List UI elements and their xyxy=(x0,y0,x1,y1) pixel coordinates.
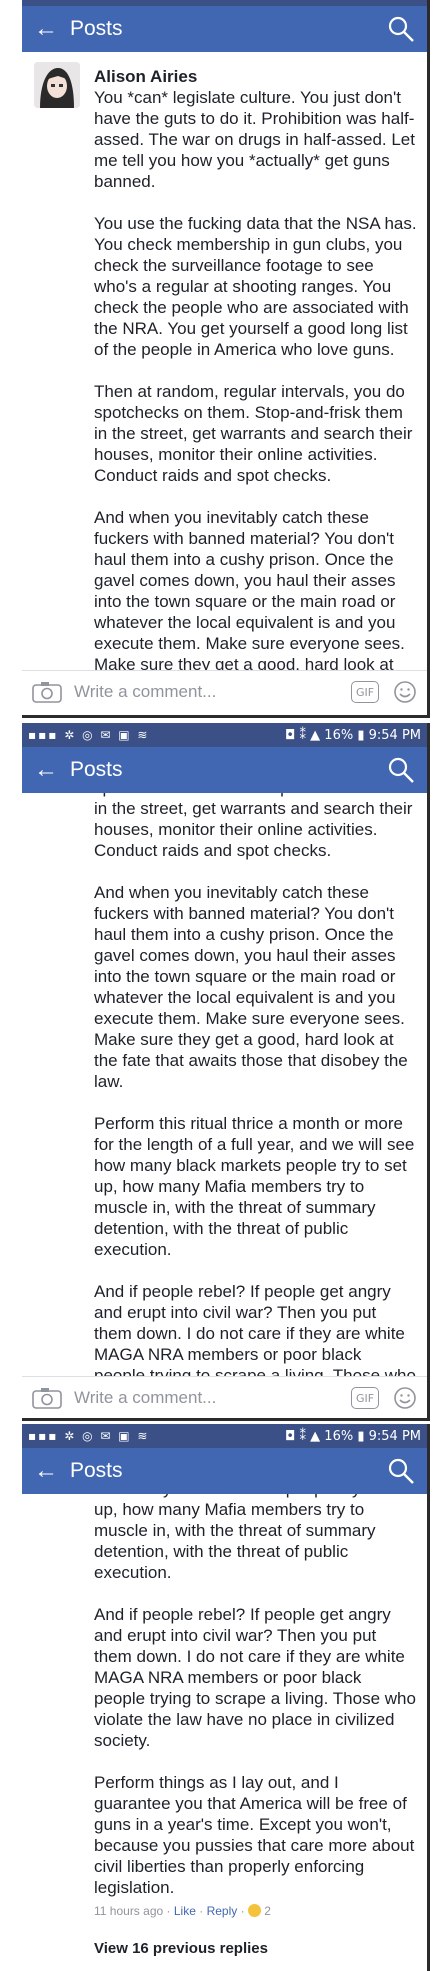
comment-paragraph: You *can* legislate culture. You just do… xyxy=(94,88,415,191)
screenshot-3: ▪▪▪ ✲ ◎ ✉ ▣ ≋ ◘ ⁑ ▲ 16% ▮ 9:54 PM ← Post… xyxy=(22,1424,430,1971)
app-bar: ← Posts xyxy=(22,1448,427,1494)
search-icon[interactable] xyxy=(387,15,415,43)
back-arrow-icon[interactable]: ← xyxy=(22,747,70,793)
search-icon[interactable] xyxy=(387,756,415,784)
reply-button[interactable]: Reply xyxy=(207,1904,238,1918)
page-title: Posts xyxy=(70,1459,123,1482)
gif-button[interactable]: GIF xyxy=(351,681,379,703)
comment-paragraph: And if people rebel? If people get angry… xyxy=(94,1605,416,1750)
comment-author[interactable]: Alison Airies xyxy=(94,66,417,87)
comment-thread: Alison Airies You *can* legislate cultur… xyxy=(22,793,427,1376)
status-bar: ▪▪▪ ✲ ◎ ✉ ▣ ≋ ◘ ⁑ ▲ 16% ▮ 9:54 PM xyxy=(22,723,427,747)
comment-composer: Write a comment... GIF xyxy=(22,670,427,713)
back-arrow-icon[interactable]: ← xyxy=(22,6,70,52)
avatar[interactable] xyxy=(34,62,80,108)
comment-paragraph: Perform things as I lay out, and I guara… xyxy=(94,1773,415,1897)
sticker-icon[interactable] xyxy=(393,1386,417,1410)
sticker-icon[interactable] xyxy=(393,680,417,704)
page-title: Posts xyxy=(70,758,123,781)
comment-paragraph: Perform this ritual thrice a month or mo… xyxy=(94,1114,415,1259)
camera-icon[interactable] xyxy=(32,1387,62,1409)
comment-paragraph: Then at random, regular intervals, you d… xyxy=(94,382,413,485)
camera-icon[interactable] xyxy=(32,681,62,703)
comment-thread: Alison Airies You *can* legislate cultur… xyxy=(22,1494,427,1971)
comment-time: 11 hours ago xyxy=(94,1904,164,1918)
comment-paragraph: Then at random, regular intervals, you d… xyxy=(94,793,413,860)
comment-paragraph: And when you inevitably catch these fuck… xyxy=(94,508,405,670)
comment-thread: Alison Airies You *can* legislate cultur… xyxy=(22,52,427,670)
notification-icons: ▪▪▪ ✲ ◎ ✉ ▣ ≋ xyxy=(28,1429,150,1443)
app-bar: ← Posts xyxy=(22,6,427,52)
comment-composer: Write a comment... GIF xyxy=(22,1376,427,1418)
back-arrow-icon[interactable]: ← xyxy=(22,1448,70,1494)
screenshot-1: ← Posts Alison Airies You *can* legislat… xyxy=(22,0,430,718)
comment-paragraph: You use the fucking data that the NSA ha… xyxy=(94,214,417,359)
app-bar: ← Posts xyxy=(22,747,427,793)
like-button[interactable]: Like xyxy=(174,1904,196,1918)
gif-button[interactable]: GIF xyxy=(351,1387,379,1409)
status-right: ◘ ⁑ ▲ 16% ▮ 9:54 PM xyxy=(285,727,421,743)
search-icon[interactable] xyxy=(387,1457,415,1485)
screenshot-2: ▪▪▪ ✲ ◎ ✉ ▣ ≋ ◘ ⁑ ▲ 16% ▮ 9:54 PM ← Post… xyxy=(22,723,430,1421)
status-right: ◘ ⁑ ▲ 16% ▮ 9:54 PM xyxy=(285,1428,421,1444)
status-bar: ▪▪▪ ✲ ◎ ✉ ▣ ≋ ◘ ⁑ ▲ 16% ▮ 9:54 PM xyxy=(22,1424,427,1448)
comment-input[interactable]: Write a comment... xyxy=(74,1388,351,1408)
page-title: Posts xyxy=(70,17,123,40)
comment-paragraph: And when you inevitably catch these fuck… xyxy=(94,883,408,1091)
comment-paragraph: And if people rebel? If people get angry… xyxy=(94,1282,416,1376)
view-previous-replies[interactable]: View 16 previous replies xyxy=(94,1938,417,1959)
haha-reaction-icon xyxy=(247,1904,261,1917)
comment-meta: 11 hours ago · Like · Reply · 2 xyxy=(94,1904,271,1918)
comment-paragraph: Perform this ritual thrice a month or mo… xyxy=(94,1494,407,1582)
comment-input[interactable]: Write a comment... xyxy=(74,682,351,702)
reaction-count[interactable]: 2 xyxy=(264,1904,271,1918)
notification-icons: ▪▪▪ ✲ ◎ ✉ ▣ ≋ xyxy=(28,728,150,742)
